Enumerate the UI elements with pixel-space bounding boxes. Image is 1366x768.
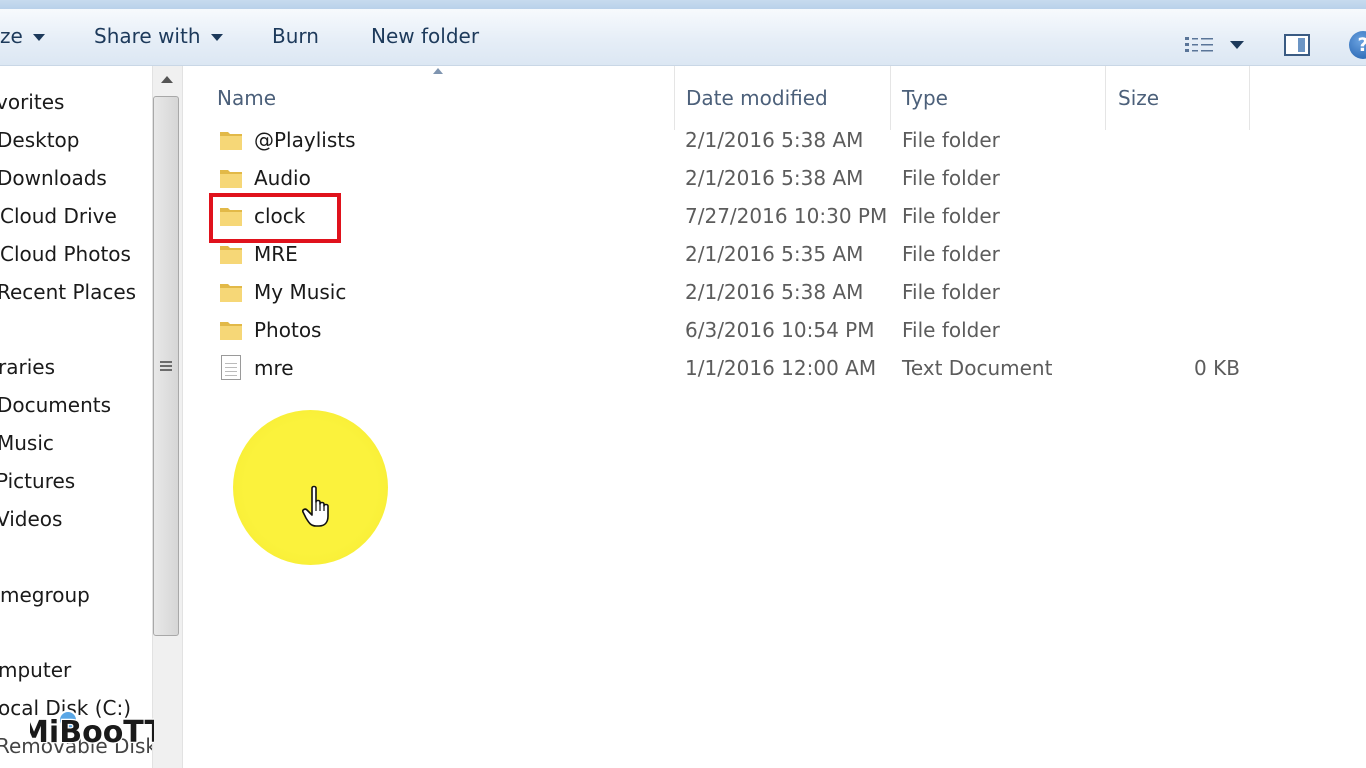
file-date-modified: 1/1/2016 12:00 AM	[685, 356, 877, 380]
nav-scrollbar[interactable]	[152, 66, 183, 768]
column-divider[interactable]	[674, 66, 675, 130]
share-with-menu-button[interactable]: Share with	[94, 9, 223, 65]
file-row[interactable]: clock 7/27/2016 10:30 PM File folder	[217, 198, 1257, 234]
file-row[interactable]: @Playlists 2/1/2016 5:38 AM File folder	[217, 122, 1257, 158]
clock-folder-highlight-box	[209, 193, 341, 243]
column-header-type[interactable]: Type	[902, 76, 1102, 120]
nav-downloads[interactable]: Downloads	[0, 166, 107, 190]
svg-text:MiBooTT: MiBooTT	[30, 715, 154, 750]
nav-homegroup[interactable]: megroup	[0, 583, 90, 607]
file-date-modified: 7/27/2016 10:30 PM	[685, 204, 888, 228]
nav-desktop[interactable]: Desktop	[0, 128, 79, 152]
file-date-modified: 2/1/2016 5:38 AM	[685, 128, 864, 152]
view-options-chevron-icon[interactable]	[1230, 41, 1244, 49]
chevron-down-icon	[210, 34, 223, 41]
column-divider[interactable]	[890, 66, 891, 130]
folder-icon	[220, 284, 242, 302]
file-type: File folder	[902, 128, 1000, 152]
file-size: 0 KB	[1194, 356, 1240, 380]
file-type: Text Document	[902, 356, 1053, 380]
file-type: File folder	[902, 280, 1000, 304]
file-name: My Music	[254, 280, 347, 304]
organize-label: ze	[0, 24, 23, 48]
file-row[interactable]: MRE 2/1/2016 5:35 AM File folder	[217, 236, 1257, 272]
window-top-border	[0, 0, 1366, 9]
scroll-up-arrow-icon[interactable]	[161, 76, 173, 83]
folder-icon	[220, 170, 242, 188]
hand-cursor-icon	[302, 485, 329, 527]
burn-button[interactable]: Burn	[272, 9, 319, 65]
file-row[interactable]: My Music 2/1/2016 5:38 AM File folder	[217, 274, 1257, 310]
file-row[interactable]: Photos 6/3/2016 10:54 PM File folder	[217, 312, 1257, 348]
chevron-down-icon	[32, 34, 45, 41]
file-date-modified: 6/3/2016 10:54 PM	[685, 318, 875, 342]
file-type: File folder	[902, 242, 1000, 266]
folder-icon	[220, 322, 242, 340]
share-with-label: Share with	[94, 24, 201, 48]
organize-menu-button[interactable]: ze	[0, 9, 45, 65]
navigation-pane: vorites Desktop Downloads Cloud Drive Cl…	[0, 66, 152, 768]
nav-icloud-photos[interactable]: Cloud Photos	[0, 242, 131, 266]
nav-music[interactable]: Music	[0, 431, 54, 455]
nav-documents[interactable]: Documents	[0, 393, 111, 417]
file-name: Photos	[254, 318, 322, 342]
new-folder-button[interactable]: New folder	[371, 9, 479, 65]
nav-icloud-drive[interactable]: Cloud Drive	[0, 204, 117, 228]
nav-favorites[interactable]: vorites	[0, 90, 64, 114]
file-list-pane: Name Date modified Type Size @Playlists …	[183, 66, 1366, 768]
nav-computer[interactable]: mputer	[0, 658, 71, 682]
scrollbar-thumb[interactable]	[153, 96, 179, 636]
file-date-modified: 2/1/2016 5:35 AM	[685, 242, 864, 266]
file-date-modified: 2/1/2016 5:38 AM	[685, 280, 864, 304]
file-row[interactable]: mre 1/1/2016 12:00 AM Text Document 0 KB	[217, 350, 1257, 386]
nav-videos[interactable]: Videos	[0, 507, 62, 531]
file-name: Audio	[254, 166, 311, 190]
new-folder-label: New folder	[371, 24, 480, 48]
file-type: File folder	[902, 166, 1000, 190]
file-row[interactable]: Audio 2/1/2016 5:38 AM File folder	[217, 160, 1257, 196]
grip-icon	[160, 361, 172, 371]
nav-libraries[interactable]: raries	[0, 355, 55, 379]
file-name: @Playlists	[254, 128, 356, 152]
help-icon[interactable]: ?	[1349, 31, 1366, 59]
preview-pane-icon[interactable]	[1284, 34, 1310, 56]
column-header-name[interactable]: Name	[217, 76, 672, 120]
column-header-size[interactable]: Size	[1118, 76, 1248, 120]
column-divider[interactable]	[1105, 66, 1106, 130]
nav-pictures[interactable]: Pictures	[0, 469, 75, 493]
change-view-icon[interactable]	[1184, 35, 1214, 55]
sort-ascending-icon	[433, 68, 443, 74]
file-name: mre	[254, 356, 294, 380]
text-file-icon	[221, 355, 241, 380]
file-type: File folder	[902, 204, 1000, 228]
command-bar: ze Share with Burn New folder ?	[0, 9, 1366, 66]
watermark-logo: MiBooTT	[30, 710, 154, 751]
file-date-modified: 2/1/2016 5:38 AM	[685, 166, 864, 190]
column-divider[interactable]	[1249, 66, 1250, 130]
column-header-date-modified[interactable]: Date modified	[686, 76, 886, 120]
file-type: File folder	[902, 318, 1000, 342]
folder-icon	[220, 132, 242, 150]
burn-label: Burn	[272, 24, 319, 48]
folder-icon	[220, 246, 242, 264]
nav-recent-places[interactable]: Recent Places	[0, 280, 136, 304]
